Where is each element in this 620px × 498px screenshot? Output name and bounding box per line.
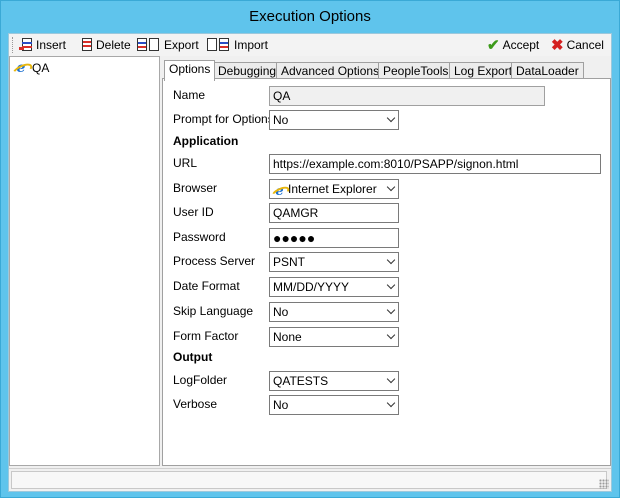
chevron-down-icon	[386, 280, 396, 290]
verbose-select[interactable]: No	[269, 395, 399, 415]
logfolder-select[interactable]: QATESTS	[269, 371, 399, 391]
close-icon: ✖	[551, 37, 564, 54]
chevron-down-icon	[386, 374, 396, 384]
import-label: Import	[234, 38, 269, 52]
options-panel: Name QA Prompt for Options No Applicatio…	[162, 78, 611, 466]
name-field[interactable]: QA	[269, 86, 545, 106]
name-label: Name	[173, 88, 206, 102]
options-tree[interactable]: e QA	[9, 56, 160, 466]
tab-bar: Options Debugging Advanced Options Peopl…	[162, 60, 611, 81]
tabs-area: Options Debugging Advanced Options Peopl…	[162, 56, 611, 466]
resize-grip-icon[interactable]	[599, 479, 609, 489]
tab-options[interactable]: Options	[164, 60, 216, 81]
execution-options-window: Execution Options Insert Delete Export I…	[0, 0, 620, 498]
date-format-value: MM/DD/YYYY	[273, 280, 350, 294]
chevron-down-icon	[386, 113, 396, 123]
url-label: URL	[173, 156, 198, 170]
browser-select[interactable]: e Internet Explorer	[269, 179, 399, 199]
chevron-down-icon	[386, 255, 396, 265]
prompt-select[interactable]: No	[269, 110, 399, 130]
chevron-down-icon	[386, 182, 396, 192]
import-icon	[207, 38, 231, 52]
verbose-value: No	[273, 398, 289, 412]
password-field[interactable]: ●●●●●	[269, 228, 399, 248]
tree-item-label: QA	[32, 61, 50, 75]
logfolder-label: LogFolder	[173, 373, 228, 387]
userid-field[interactable]: QAMGR	[269, 203, 399, 223]
userid-label: User ID	[173, 205, 214, 219]
cancel-label: Cancel	[566, 38, 604, 52]
insert-label: Insert	[36, 38, 67, 52]
export-icon	[137, 38, 161, 52]
form-factor-select[interactable]: None	[269, 327, 399, 347]
tree-item-qa[interactable]: e QA	[14, 61, 50, 75]
process-server-value: PSNT	[273, 255, 306, 269]
cancel-button[interactable]: ✖ Cancel	[551, 36, 604, 54]
password-label: Password	[173, 230, 226, 244]
url-field[interactable]: https://example.com:8010/PSAPP/signon.ht…	[269, 154, 601, 174]
window-title: Execution Options	[249, 8, 371, 25]
insert-icon	[19, 38, 33, 52]
chevron-down-icon	[386, 398, 396, 408]
checkmark-icon: ✔	[487, 37, 500, 54]
date-format-label: Date Format	[173, 279, 240, 293]
prompt-label: Prompt for Options	[173, 112, 274, 126]
chevron-down-icon	[386, 330, 396, 340]
export-button[interactable]: Export	[137, 36, 199, 54]
application-section-header: Application	[173, 134, 239, 148]
date-format-select[interactable]: MM/DD/YYYY	[269, 277, 399, 297]
delete-icon	[81, 38, 93, 52]
delete-button[interactable]: Delete	[81, 36, 131, 54]
output-section-header: Output	[173, 350, 213, 364]
browser-value: Internet Explorer	[288, 182, 377, 196]
process-server-select[interactable]: PSNT	[269, 252, 399, 272]
status-panel	[11, 471, 607, 489]
toolbar-grip[interactable]	[12, 37, 15, 53]
export-label: Export	[164, 38, 199, 52]
toolbar: Insert Delete Export Import ✔ Accept ✖ C…	[9, 34, 611, 56]
browser-label: Browser	[173, 181, 218, 195]
accept-label: Accept	[502, 38, 540, 52]
prompt-value: No	[273, 113, 289, 127]
accept-button[interactable]: ✔ Accept	[487, 36, 539, 54]
window-client: Insert Delete Export Import ✔ Accept ✖ C…	[8, 33, 612, 492]
skip-language-select[interactable]: No	[269, 302, 399, 322]
verbose-label: Verbose	[173, 397, 218, 411]
logfolder-value: QATESTS	[273, 374, 329, 388]
internet-explorer-icon: e	[14, 61, 28, 75]
insert-button[interactable]: Insert	[19, 36, 66, 54]
skip-language-label: Skip Language	[173, 304, 254, 318]
form-factor-label: Form Factor	[173, 329, 239, 343]
process-server-label: Process Server	[173, 254, 256, 268]
internet-explorer-icon: e	[273, 185, 286, 198]
skip-language-value: No	[273, 305, 289, 319]
import-button[interactable]: Import	[207, 36, 268, 54]
status-bar	[9, 468, 611, 491]
delete-label: Delete	[96, 38, 131, 52]
chevron-down-icon	[386, 305, 396, 315]
form-factor-value: None	[273, 330, 302, 344]
